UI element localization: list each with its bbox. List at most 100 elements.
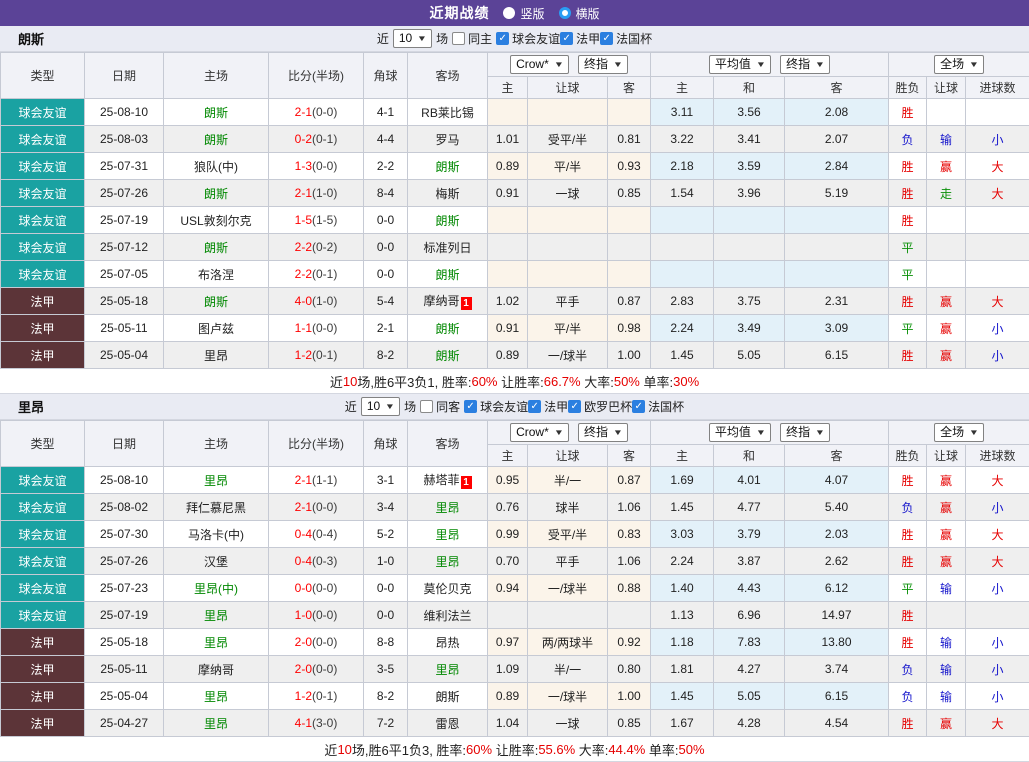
crow-home-odds-cell: 0.89 bbox=[488, 683, 528, 710]
match-count-select[interactable]: 10▼ bbox=[393, 29, 432, 48]
away-team-cell: 维利法兰 bbox=[408, 602, 488, 629]
halftime-score: (0-3) bbox=[312, 554, 337, 568]
home-team-cell: 布洛涅 bbox=[164, 261, 269, 288]
summary-segment: 让胜率: bbox=[492, 740, 538, 759]
home-team-cell: 汉堡 bbox=[164, 548, 269, 575]
home-team-name: 朗斯 bbox=[204, 295, 228, 309]
table-row: 球会友谊25-07-26朗斯2-1(1-0)8-4梅斯0.91一球0.851.5… bbox=[1, 180, 1029, 207]
chevron-down-icon: ▼ bbox=[417, 31, 427, 46]
halftime-score: (0-0) bbox=[312, 662, 337, 676]
handicap-result-cell: 赢 bbox=[927, 342, 966, 369]
avg-draw-odds-cell bbox=[714, 234, 785, 261]
checkbox-icon bbox=[568, 400, 581, 413]
outcome-cell: 负 bbox=[889, 126, 927, 153]
crow-away-odds-cell: 0.80 bbox=[608, 656, 651, 683]
crow-final-odds-select[interactable]: 终指▼ bbox=[578, 55, 628, 74]
team-filter-bar: 里昂 近 10▼ 场 同客 球会友谊法甲欧罗巴杯法国杯 bbox=[0, 394, 1029, 420]
league-filter-checkbox[interactable]: 法甲 bbox=[528, 398, 568, 415]
table-row: 球会友谊25-07-19里昂1-0(0-0)0-0维利法兰1.136.9614.… bbox=[1, 602, 1029, 629]
home-team-name: 里昂 bbox=[204, 349, 228, 363]
crow-home-odds-cell: 1.01 bbox=[488, 126, 528, 153]
checkbox-icon bbox=[560, 32, 573, 45]
corner-cell: 0-0 bbox=[364, 261, 408, 288]
table-row: 球会友谊25-08-10里昂2-1(1-1)3-1赫塔菲10.95半/一0.87… bbox=[1, 467, 1029, 494]
corner-cell: 3-4 bbox=[364, 494, 408, 521]
league-filter-checkbox[interactable]: 欧罗巴杯 bbox=[568, 398, 632, 415]
col-goals-result: 进球数 bbox=[966, 445, 1029, 467]
summary-segment: 近 bbox=[330, 372, 343, 391]
chevron-down-icon: ▼ bbox=[385, 399, 395, 414]
table-row: 法甲25-05-18朗斯4-0(1-0)5-4摩纳哥11.02平手0.872.8… bbox=[1, 288, 1029, 315]
avg-select[interactable]: 平均值▼ bbox=[709, 423, 771, 442]
scope-select[interactable]: 全场▼ bbox=[934, 423, 984, 442]
league-filter-checkbox[interactable]: 球会友谊 bbox=[496, 30, 560, 47]
match-type-cell: 球会友谊 bbox=[1, 575, 85, 602]
bookmaker-select[interactable]: Crow*▼ bbox=[510, 423, 569, 442]
match-type-cell: 球会友谊 bbox=[1, 467, 85, 494]
fulltime-score: 4-1 bbox=[295, 716, 312, 730]
results-table-body: 球会友谊25-08-10朗斯2-1(0-0)4-1RB莱比锡3.113.562.… bbox=[1, 99, 1029, 369]
summary-segment: 30% bbox=[673, 374, 699, 389]
avg-home-odds-cell: 2.24 bbox=[651, 315, 714, 342]
home-team-name: 图卢兹 bbox=[198, 322, 234, 336]
outcome-cell: 负 bbox=[889, 494, 927, 521]
select-value: Crow* bbox=[516, 425, 549, 440]
home-team-name: 朗斯 bbox=[204, 187, 228, 201]
horizontal-layout-radio[interactable]: 横版 bbox=[559, 5, 600, 22]
league-filter-checkbox[interactable]: 法国杯 bbox=[600, 30, 652, 47]
col-crow-handicap: 让球 bbox=[528, 77, 608, 99]
outcome-cell: 平 bbox=[889, 575, 927, 602]
crow-odds-group: Crow*▼ 终指▼ bbox=[488, 53, 651, 77]
select-value: 终指 bbox=[584, 57, 608, 72]
corner-cell: 2-1 bbox=[364, 315, 408, 342]
home-team-name: 朗斯 bbox=[204, 106, 228, 120]
score-cell: 0-2(0-1) bbox=[269, 126, 364, 153]
away-team-name: 朗斯 bbox=[435, 268, 459, 282]
vertical-layout-radio[interactable]: 竖版 bbox=[503, 5, 544, 22]
home-team-cell: 里昂 bbox=[164, 710, 269, 737]
scope-select[interactable]: 全场▼ bbox=[934, 55, 984, 74]
away-team-cell: 昂热 bbox=[408, 629, 488, 656]
summary-segment: 大率: bbox=[575, 740, 608, 759]
crow-handicap-cell: 一/球半 bbox=[528, 683, 608, 710]
avg-away-odds-cell bbox=[785, 207, 889, 234]
matches-label: 场 bbox=[436, 30, 448, 47]
team-name-label: 朗斯 bbox=[18, 29, 44, 48]
checkbox-icon bbox=[464, 400, 477, 413]
outcome-cell: 胜 bbox=[889, 288, 927, 315]
crow-handicap-cell bbox=[528, 602, 608, 629]
handicap-result-cell bbox=[927, 261, 966, 288]
crow-away-odds-cell bbox=[608, 234, 651, 261]
halftime-score: (0-0) bbox=[312, 581, 337, 595]
corner-cell: 1-0 bbox=[364, 548, 408, 575]
col-home: 主场 bbox=[164, 421, 269, 467]
avg-final-odds-select[interactable]: 终指▼ bbox=[780, 55, 830, 74]
match-date-cell: 25-04-27 bbox=[85, 710, 164, 737]
goals-result-cell bbox=[966, 207, 1029, 234]
league-filter-checkbox[interactable]: 法甲 bbox=[560, 30, 600, 47]
handicap-result-cell: 赢 bbox=[927, 521, 966, 548]
handicap-result-cell: 输 bbox=[927, 683, 966, 710]
away-team-cell: 朗斯 bbox=[408, 153, 488, 180]
avg-draw-odds-cell: 3.41 bbox=[714, 126, 785, 153]
bookmaker-select[interactable]: Crow*▼ bbox=[510, 55, 569, 74]
avg-away-odds-cell: 2.08 bbox=[785, 99, 889, 126]
score-cell: 2-0(0-0) bbox=[269, 629, 364, 656]
select-value: 平均值 bbox=[715, 425, 751, 440]
same-venue-checkbox[interactable]: 同客 bbox=[420, 398, 460, 415]
halftime-score: (0-1) bbox=[312, 689, 337, 703]
match-count-select[interactable]: 10▼ bbox=[361, 397, 400, 416]
avg-final-odds-select[interactable]: 终指▼ bbox=[780, 423, 830, 442]
col-avg-home: 主 bbox=[651, 77, 714, 99]
league-filter-checkbox[interactable]: 法国杯 bbox=[632, 398, 684, 415]
col-corner: 角球 bbox=[364, 53, 408, 99]
crow-final-odds-select[interactable]: 终指▼ bbox=[578, 423, 628, 442]
handicap-result-cell bbox=[927, 602, 966, 629]
match-type-cell: 法甲 bbox=[1, 342, 85, 369]
avg-home-odds-cell: 1.45 bbox=[651, 494, 714, 521]
league-filter-checkbox[interactable]: 球会友谊 bbox=[464, 398, 528, 415]
same-venue-checkbox[interactable]: 同主 bbox=[452, 30, 492, 47]
result-group: 全场▼ bbox=[889, 421, 1029, 445]
avg-select[interactable]: 平均值▼ bbox=[709, 55, 771, 74]
avg-away-odds-cell: 14.97 bbox=[785, 602, 889, 629]
